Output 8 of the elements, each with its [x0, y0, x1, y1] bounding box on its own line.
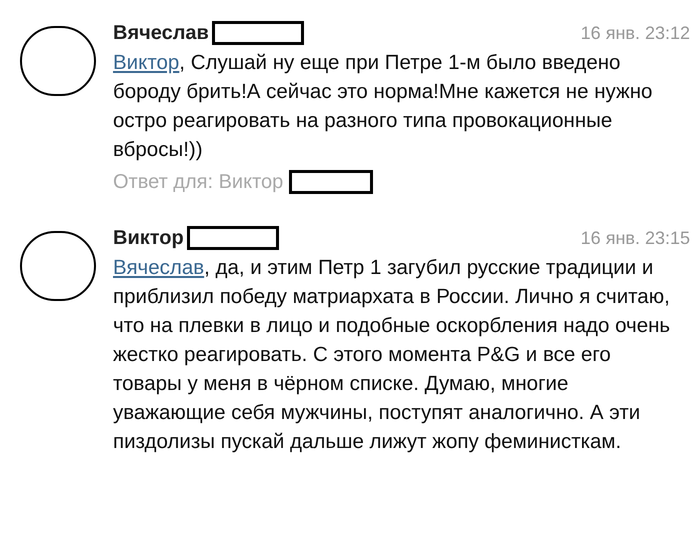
mention-link[interactable]: Вячеслав — [113, 256, 204, 279]
author-name[interactable]: Вячеслав — [113, 18, 209, 48]
comment-time: 16 янв. 23:15 — [580, 226, 690, 250]
comment-text: Виктор, Слушай ну еще при Петре 1-м было введено бороду брить!А сейчас это норма!Мне кажется не нужно остро реагировать на разного типа провокационные вбросы!)) — [113, 50, 654, 163]
comment-text: Вячеслав, да, и этим Петр 1 загубил русские традиции и приблизил победу матриархата в России. Лично я считаю, что на плевки в лицо и подобные оскорбления надо очень жестко реагировать. С этого момента P&G и все его товары у меня в чёрном списке. Думаю, многие уважающие себя мужчины, поступят аналогично. А эти пиздолизы пускай дальше лижут жопу феминисткам. — [113, 255, 672, 455]
comment-time: 16 янв. 23:12 — [580, 22, 690, 44]
author-name[interactable]: Виктор — [113, 223, 184, 253]
mention-link[interactable]: Виктор — [113, 51, 180, 74]
